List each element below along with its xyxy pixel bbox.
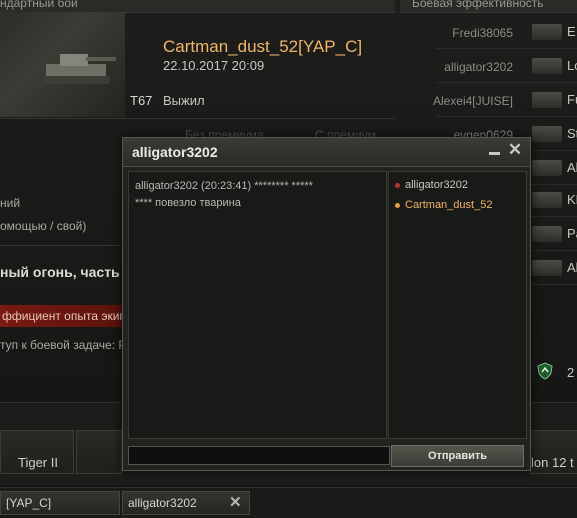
member-item[interactable]: Cartman_dust_52 xyxy=(395,199,492,211)
status-icon xyxy=(395,182,400,188)
survival-status: Выжил xyxy=(163,93,205,108)
mission-title: ный огонь, часть 1 xyxy=(0,264,132,280)
tank-icon xyxy=(532,160,562,176)
efficiency-header: Боевая эффективность xyxy=(400,0,577,13)
status-icon xyxy=(395,202,400,208)
chat-tab-clan[interactable]: [YAP_C] xyxy=(0,491,120,515)
tank-icon xyxy=(532,126,562,142)
members-pane: alligator3202 Cartman_dust_52 xyxy=(388,171,527,439)
chat-message: **** повезло тварина xyxy=(135,197,241,209)
chat-window: alligator3202 ✕ alligator3202 (20:23:41)… xyxy=(122,137,531,471)
tank-name: T67 xyxy=(130,93,153,108)
vehicle-name: lon 12 t xyxy=(531,455,574,470)
tank-icon xyxy=(532,192,562,208)
send-button[interactable]: Отправить xyxy=(391,445,524,467)
tank-icon xyxy=(532,58,562,74)
member-item[interactable]: alligator3202 xyxy=(395,179,468,191)
chat-message: alligator3202 (20:23:41) ******** ***** xyxy=(135,180,313,192)
mission-access-text: туп к боевой задаче: Р xyxy=(0,338,127,352)
vehicle-name: Tiger II xyxy=(18,455,58,470)
stat-label: ний xyxy=(0,196,21,210)
messages-pane[interactable]: alligator3202 (20:23:41) ******** ***** … xyxy=(128,171,387,439)
tank-icon xyxy=(532,92,562,108)
chat-title-bar[interactable]: alligator3202 ✕ xyxy=(123,138,530,167)
tank-icon xyxy=(532,260,562,276)
chat-title: alligator3202 xyxy=(132,144,218,160)
close-button[interactable]: ✕ xyxy=(507,141,523,158)
minimize-button[interactable] xyxy=(488,145,501,158)
tank-icon xyxy=(532,226,562,242)
tank-icon xyxy=(42,54,116,84)
tank-image xyxy=(0,12,125,117)
close-icon[interactable]: ✕ xyxy=(229,493,242,511)
chat-tab-alligator[interactable]: alligator3202 ✕ xyxy=(122,491,250,515)
stat-label: омощью / свой) xyxy=(0,219,87,233)
count-label: 2 xyxy=(567,365,575,380)
message-input[interactable] xyxy=(128,446,390,465)
battle-date: 22.10.2017 20:09 xyxy=(163,58,265,73)
tank-icon xyxy=(532,24,562,40)
team-row: Alexei4[JUISE]Fu xyxy=(433,86,577,117)
vehicle-card[interactable] xyxy=(76,430,122,474)
team-row: alligator3202Lo xyxy=(436,52,577,83)
shield-icon xyxy=(537,362,553,380)
xp-bonus-bar: ффициент опыта экипа xyxy=(0,305,133,327)
team-row: Fredi38065 E xyxy=(436,18,577,49)
player-name: Cartman_dust_52[YAP_C] xyxy=(163,37,363,56)
divider xyxy=(0,118,395,119)
